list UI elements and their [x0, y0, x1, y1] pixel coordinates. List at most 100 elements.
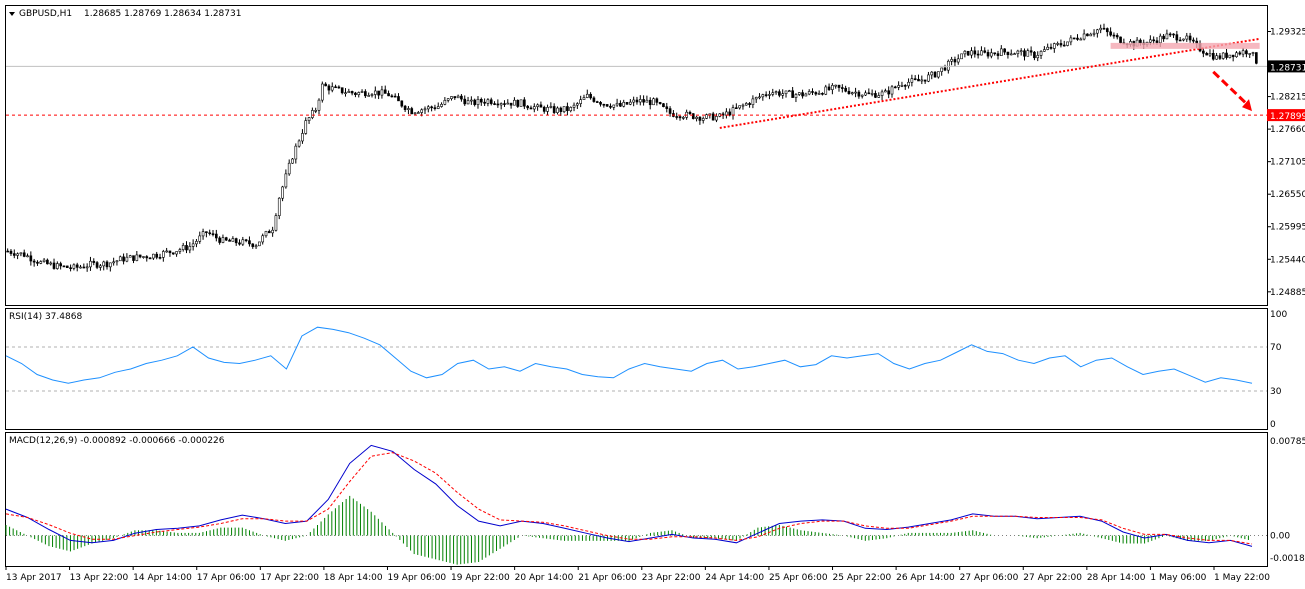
bear-candle-body	[6, 250, 9, 253]
bear-candle-body	[22, 252, 26, 257]
bull-candle-body	[519, 99, 523, 107]
bull-candle-body	[940, 67, 944, 72]
bull-candle-body	[629, 101, 632, 105]
x-tick-label: 14 Apr 14:00	[133, 573, 192, 583]
macd-tick-label: -0.00187	[1270, 554, 1305, 564]
x-tick-label: 21 Apr 06:00	[578, 573, 637, 583]
bull-candle-body	[1241, 50, 1245, 55]
bear-candle-body	[691, 113, 695, 119]
bull-candle-body	[314, 110, 318, 112]
rsi-label: RSI(14) 37.4868	[9, 312, 82, 322]
bull-candle-body	[112, 261, 115, 264]
bear-candle-body	[748, 103, 751, 105]
bull-candle-body	[304, 120, 308, 134]
bull-candle-body	[860, 94, 864, 97]
bull-candle-body	[794, 94, 798, 98]
bear-candle-body	[840, 87, 844, 89]
bull-candle-body	[804, 93, 808, 97]
bear-candle-body	[993, 52, 997, 55]
bull-candle-body	[1099, 27, 1102, 31]
bull-candle-body	[1251, 52, 1255, 54]
x-tick-label: 26 Apr 14:00	[896, 573, 955, 583]
candle	[65, 265, 69, 269]
bear-candle-body	[1255, 52, 1258, 64]
bull-candle-body	[562, 106, 566, 112]
bull-candle-body	[758, 96, 761, 99]
bear-candle-body	[1006, 51, 1010, 56]
bear-candle-body	[983, 50, 987, 53]
bull-candle-body	[330, 86, 334, 91]
bull-candle-body	[417, 112, 420, 114]
bull-candle-body	[652, 98, 655, 106]
bull-candle-body	[701, 118, 705, 121]
bear-candle-body	[1211, 53, 1215, 60]
bear-candle-body	[138, 254, 142, 258]
current-price-label: 1.28731	[1270, 63, 1305, 73]
bear-candle-body	[1033, 51, 1036, 59]
bear-candle-body	[887, 90, 891, 95]
candle	[274, 213, 278, 232]
bear-candle-body	[1231, 54, 1235, 58]
bull-candle-body	[1052, 43, 1056, 49]
bull-candle-body	[347, 91, 351, 93]
bull-candle-body	[413, 112, 417, 115]
y-tick-label: 1.27105	[1270, 158, 1305, 168]
bull-candle-body	[576, 103, 579, 106]
bear-candle-body	[1192, 39, 1195, 42]
bear-candle-body	[218, 237, 221, 243]
bear-candle-body	[59, 263, 62, 267]
bear-candle-body	[496, 103, 500, 106]
bear-candle-body	[211, 233, 215, 235]
bear-candle-body	[75, 264, 79, 268]
bull-candle-body	[768, 94, 771, 96]
bear-candle-body	[397, 96, 400, 102]
bear-candle-body	[9, 250, 13, 254]
bear-candle-body	[526, 105, 529, 109]
bear-candle-body	[148, 257, 152, 260]
bear-candle-body	[642, 99, 645, 103]
bull-candle-body	[638, 99, 642, 103]
bear-candle-body	[122, 256, 125, 262]
bear-candle-body	[602, 103, 606, 106]
bull-candle-body	[1092, 32, 1096, 35]
bull-candle-body	[195, 241, 198, 245]
bull-candle-body	[175, 251, 178, 255]
y-tick-label: 1.25440	[1270, 255, 1305, 265]
bull-candle-body	[261, 235, 265, 243]
bull-candle-body	[907, 81, 910, 87]
bull-candle-body	[450, 96, 453, 99]
y-tick-label: 1.24885	[1270, 288, 1305, 298]
candle	[1072, 37, 1076, 40]
bull-candle-body	[135, 254, 139, 261]
bear-candle-body	[334, 86, 337, 89]
bear-candle-body	[658, 102, 662, 104]
bull-candle-body	[864, 92, 867, 96]
candle	[1066, 41, 1069, 47]
bull-candle-body	[1039, 50, 1043, 56]
bear-candle-body	[383, 89, 387, 94]
bear-candle-body	[483, 101, 486, 104]
bear-candle-body	[1175, 34, 1179, 41]
bull-candle-body	[771, 92, 775, 95]
bear-candle-body	[552, 106, 556, 113]
bear-candle-body	[1245, 50, 1248, 55]
bear-candle-body	[953, 59, 957, 63]
bull-candle-body	[311, 110, 314, 118]
bull-candle-body	[999, 48, 1003, 56]
bull-candle-body	[807, 91, 811, 95]
bull-candle-body	[118, 256, 122, 262]
bull-candle-body	[360, 91, 364, 93]
bull-candle-body	[897, 85, 900, 88]
bear-candle-body	[52, 262, 56, 269]
bull-candle-body	[877, 95, 881, 98]
bear-candle-body	[711, 113, 715, 121]
bear-candle-body	[665, 106, 669, 109]
resistance-zone	[1110, 42, 1260, 49]
x-tick-label: 1 May 22:00	[1214, 573, 1270, 583]
bull-candle-body	[436, 106, 440, 109]
bear-candle-body	[523, 99, 526, 107]
bear-candle-body	[662, 103, 665, 108]
macd-tick-label: 0.00	[1270, 532, 1290, 542]
bull-candle-body	[1036, 55, 1040, 59]
bull-candle-body	[440, 103, 443, 107]
